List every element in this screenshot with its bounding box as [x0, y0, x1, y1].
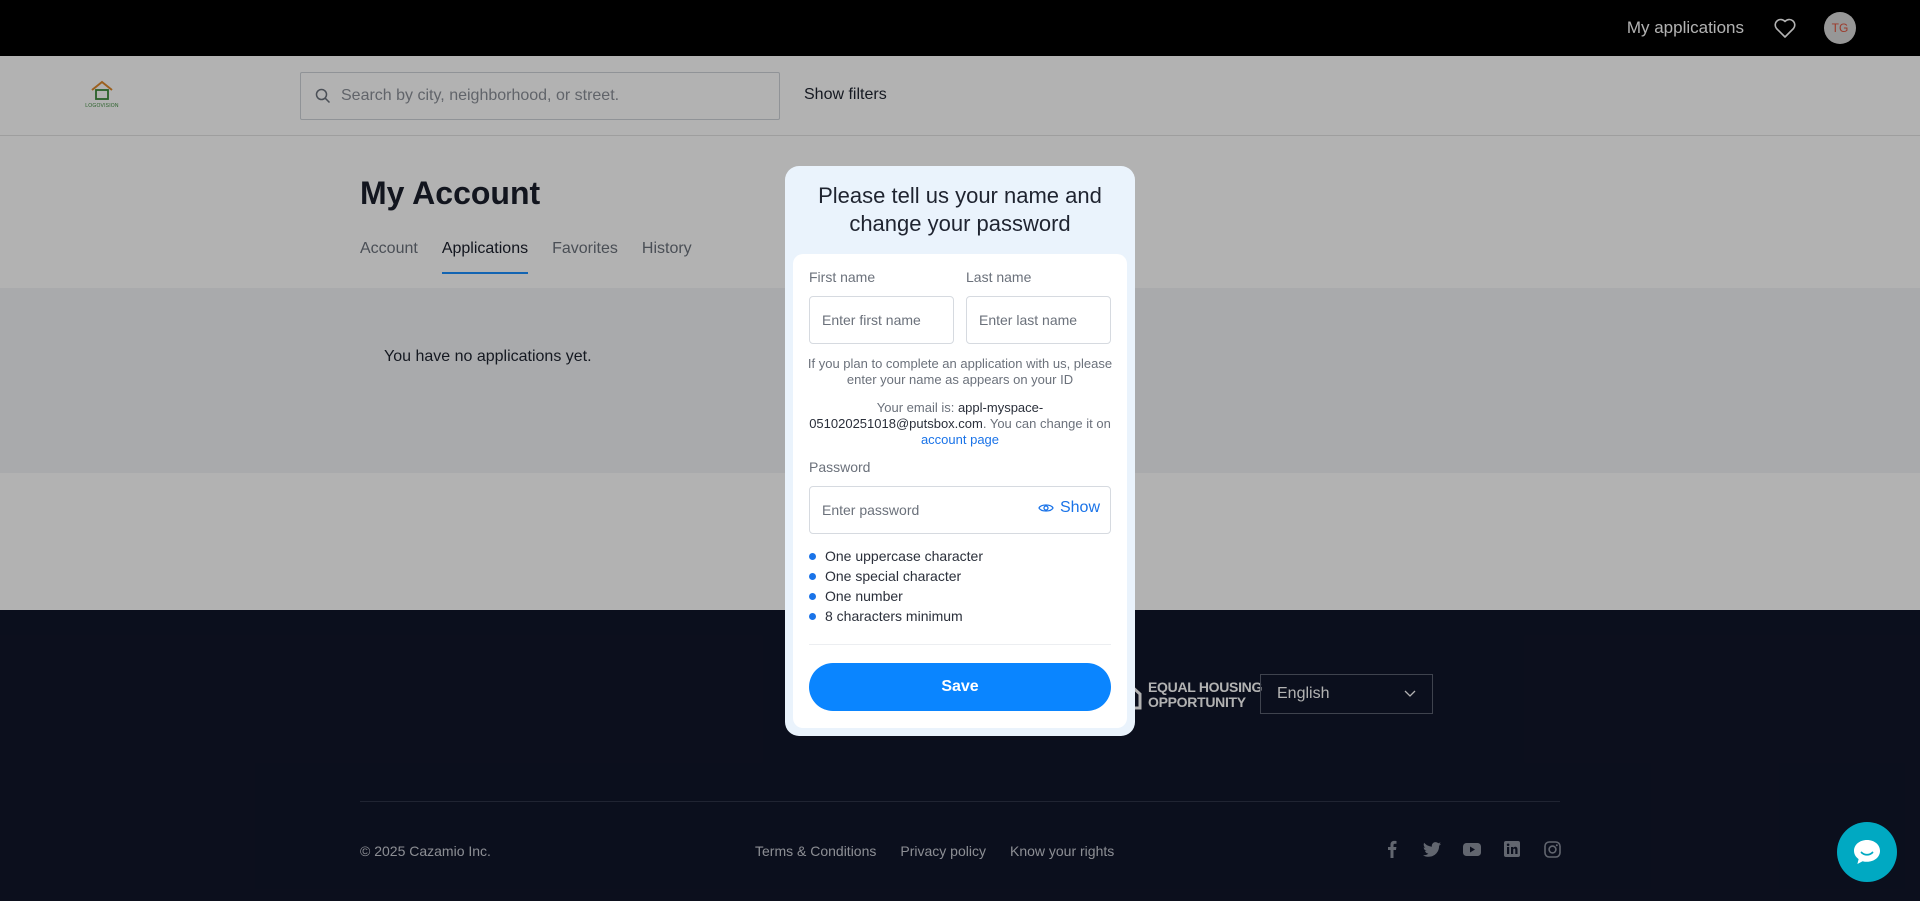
- password-rule: One number: [809, 586, 983, 606]
- first-name-label: First name: [809, 269, 876, 285]
- chat-bubble-icon: [1854, 840, 1880, 864]
- bullet-icon: [809, 552, 816, 560]
- eye-icon: [1038, 504, 1054, 512]
- show-password-label: Show: [1059, 499, 1100, 516]
- dialog-title: Please tell us your name and change your…: [818, 183, 1102, 236]
- email-suffix: . You can change it on: [982, 416, 1111, 431]
- password-field-wrapper: Show: [809, 486, 1111, 534]
- save-button[interactable]: Save: [809, 663, 1111, 711]
- email-prefix: Your email is:: [876, 400, 958, 415]
- name-password-dialog: Please tell us your name and change your…: [785, 166, 1135, 736]
- password-label: Password: [809, 459, 871, 475]
- email-note: Your email is: appl-myspace-051020251018…: [801, 400, 1119, 448]
- show-password-button[interactable]: Show: [1038, 499, 1100, 517]
- bullet-icon: [809, 572, 816, 580]
- account-page-link[interactable]: account page: [921, 432, 999, 447]
- first-name-field-wrapper: [809, 296, 954, 344]
- id-name-note: If you plan to complete an application w…: [807, 356, 1113, 387]
- form-divider: [809, 644, 1111, 645]
- password-rule: One uppercase character: [809, 546, 983, 566]
- last-name-field[interactable]: [979, 312, 1110, 328]
- password-rules: One uppercase character One special char…: [809, 546, 983, 626]
- dialog-form: First name Last name If you plan to comp…: [793, 254, 1127, 728]
- last-name-label: Last name: [966, 269, 1032, 285]
- last-name-field-wrapper: [966, 296, 1111, 344]
- password-field[interactable]: [822, 502, 1022, 518]
- bullet-icon: [809, 612, 816, 620]
- password-rule: 8 characters minimum: [809, 606, 983, 626]
- password-rule: One special character: [809, 566, 983, 586]
- bullet-icon: [809, 592, 816, 600]
- chat-widget-button[interactable]: [1837, 822, 1897, 882]
- first-name-field[interactable]: [822, 312, 953, 328]
